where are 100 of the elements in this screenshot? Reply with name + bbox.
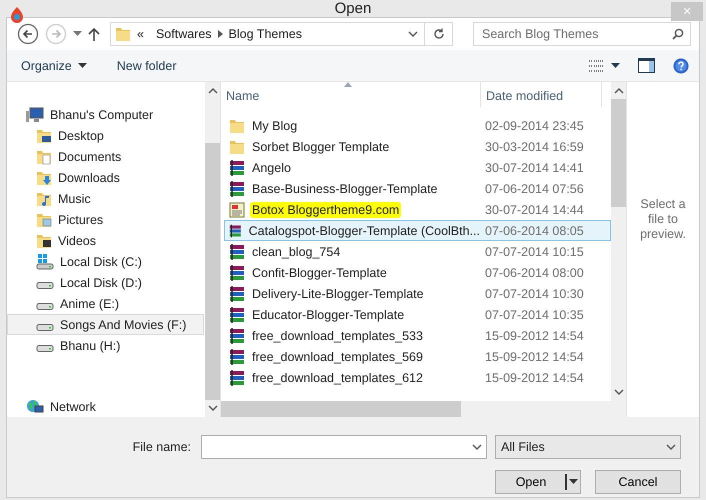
- navigation-item[interactable]: Documents: [7, 146, 204, 167]
- navigation-item[interactable]: Network: [7, 396, 204, 417]
- chevron-down-icon: [614, 389, 624, 396]
- date-modified: 07-07-2014 10:35: [484, 308, 584, 322]
- breadcrumb[interactable]: Blog Themes: [228, 27, 302, 41]
- date-modified: 07-07-2014 10:30: [484, 286, 584, 300]
- books-stack-icon: [229, 348, 245, 364]
- recent-dropdown-button[interactable]: [73, 31, 82, 37]
- books-stack-icon: [229, 160, 245, 176]
- navigation-item[interactable]: Desktop: [7, 125, 204, 146]
- chevron-down-icon: [666, 444, 676, 450]
- books-stack-icon: [229, 264, 245, 280]
- sort-arrow-icon: [344, 82, 352, 87]
- preview-message: Select a file to preview.: [639, 197, 687, 242]
- file-row[interactable]: Catalogspot-Blogger-Template (CoolBth... 07-06-2014 08:05: [224, 220, 611, 241]
- document-icon: [229, 202, 245, 218]
- horizontal-scrollbar[interactable]: [221, 401, 626, 417]
- desktop-folder-icon: [36, 128, 52, 144]
- video-folder-icon: [36, 232, 52, 248]
- chevron-up-icon: [208, 87, 218, 94]
- caret-icon: [73, 31, 82, 37]
- file-row[interactable]: free_download_templates_612 15-09-2012 14:54: [224, 367, 611, 388]
- navigation-item[interactable]: Local Disk (C:): [7, 251, 204, 272]
- file-row[interactable]: Sorbet Blogger Template 30-03-2014 16:59: [224, 136, 611, 157]
- scrollbar-thumb[interactable]: [611, 99, 626, 207]
- date-modified: 30-07-2014 14:44: [484, 202, 584, 216]
- refresh-icon: [432, 28, 444, 40]
- navigation-item[interactable]: Videos: [7, 230, 204, 251]
- file-row[interactable]: clean_blog_754 07-07-2014 10:15: [224, 241, 611, 262]
- file-name: Angelo: [251, 160, 292, 176]
- navigation-item[interactable]: Pictures: [7, 209, 204, 230]
- books-stack-icon: [229, 244, 245, 260]
- music-folder-icon: [36, 190, 52, 206]
- new-folder-button[interactable]: New folder: [116, 58, 176, 72]
- view-options-button[interactable]: [589, 60, 620, 72]
- file-list-scrollbar[interactable]: [611, 82, 626, 401]
- navigation-item[interactable]: Local Disk (D:): [7, 272, 204, 293]
- up-button[interactable]: [88, 27, 100, 41]
- chevron-down-icon: [208, 405, 218, 412]
- open-button[interactable]: Open: [495, 470, 581, 494]
- file-row[interactable]: Delivery-Lite-Blogger-Template 07-07-2014 10:30: [224, 283, 611, 304]
- navigation-item[interactable]: Bhanu's Computer: [7, 104, 204, 125]
- file-name: free_download_templates_612: [251, 370, 424, 386]
- drive-icon: [36, 345, 54, 352]
- separator-arrow-icon: [218, 30, 223, 38]
- drive-icon: [36, 282, 54, 289]
- drive-icon: [36, 324, 54, 331]
- preview-pane-button[interactable]: [638, 58, 655, 73]
- folder-icon: [115, 26, 131, 42]
- picture-folder-icon: [36, 212, 52, 228]
- scrollbar-thumb[interactable]: [205, 143, 220, 400]
- sidebar-scrollbar[interactable]: [205, 82, 220, 417]
- file-row[interactable]: free_download_templates_569 15-09-2012 14:54: [224, 346, 611, 367]
- date-modified: 02-09-2014 23:45: [484, 118, 584, 132]
- date-modified: 15-09-2012 14:54: [484, 370, 584, 384]
- navigation-item[interactable]: Songs And Movies (F:): [7, 314, 204, 335]
- books-stack-icon: [229, 286, 245, 302]
- breadcrumb[interactable]: Softwares: [156, 27, 212, 41]
- date-modified: 15-09-2012 14:54: [484, 328, 584, 342]
- file-name: Botox Bloggertheme9.com: [250, 202, 402, 218]
- file-row[interactable]: Botox Bloggertheme9.com 30-07-2014 14:44: [224, 199, 611, 220]
- overflow-chevron[interactable]: «: [137, 27, 144, 41]
- file-name-field[interactable]: [201, 435, 487, 459]
- file-name-label: File name:: [132, 440, 191, 454]
- organize-menu-button[interactable]: Organize: [21, 58, 87, 72]
- file-row[interactable]: My Blog 02-09-2014 23:45: [224, 115, 611, 136]
- books-stack-icon: [229, 306, 245, 322]
- date-modified: 07-07-2014 10:15: [484, 244, 584, 258]
- books-stack-icon: [229, 180, 245, 196]
- navigation-item[interactable]: Downloads: [7, 167, 204, 188]
- system-drive-icon: [36, 254, 54, 270]
- search-field[interactable]: Search Blog Themes: [473, 22, 691, 46]
- file-row[interactable]: free_download_templates_533 15-09-2012 14:54: [224, 325, 611, 346]
- network-icon: [26, 398, 44, 414]
- back-button[interactable]: [17, 23, 39, 45]
- books-stack-icon: [229, 328, 245, 344]
- download-folder-icon: [36, 170, 52, 186]
- caret-icon: [78, 62, 87, 68]
- folder-icon: [229, 118, 245, 134]
- date-modified: 07-06-2014 08:00: [484, 266, 584, 280]
- app-logo-icon: [10, 7, 24, 23]
- date-modified: 07-06-2014 07:56: [484, 182, 584, 196]
- file-row[interactable]: Base-Business-Blogger-Template 07-06-2014 07:56: [224, 178, 611, 199]
- file-name: Sorbet Blogger Template: [251, 138, 390, 154]
- file-row[interactable]: Confit-Blogger-Template 07-06-2014 08:00: [224, 262, 611, 283]
- scrollbar-thumb[interactable]: [221, 401, 461, 417]
- address-dropdown-button[interactable]: [408, 30, 418, 38]
- file-name: clean_blog_754: [251, 244, 342, 260]
- file-type-dropdown[interactable]: All Files: [495, 435, 681, 459]
- cancel-button[interactable]: Cancel: [595, 470, 681, 494]
- navigation-item[interactable]: Music: [7, 188, 204, 209]
- file-row[interactable]: Educator-Blogger-Template 07-07-2014 10:35: [224, 304, 611, 325]
- file-name: Educator-Blogger-Template: [251, 306, 406, 322]
- navigation-item[interactable]: Bhanu (H:): [7, 335, 204, 356]
- file-name: My Blog: [251, 118, 298, 134]
- navigation-item[interactable]: Anime (E:): [7, 293, 204, 314]
- file-name: Base-Business-Blogger-Template: [251, 180, 439, 196]
- address-bar[interactable]: « Softwares Blog Themes: [110, 22, 453, 46]
- help-button[interactable]: [673, 58, 689, 74]
- file-row[interactable]: Angelo 30-07-2014 14:41: [224, 157, 611, 178]
